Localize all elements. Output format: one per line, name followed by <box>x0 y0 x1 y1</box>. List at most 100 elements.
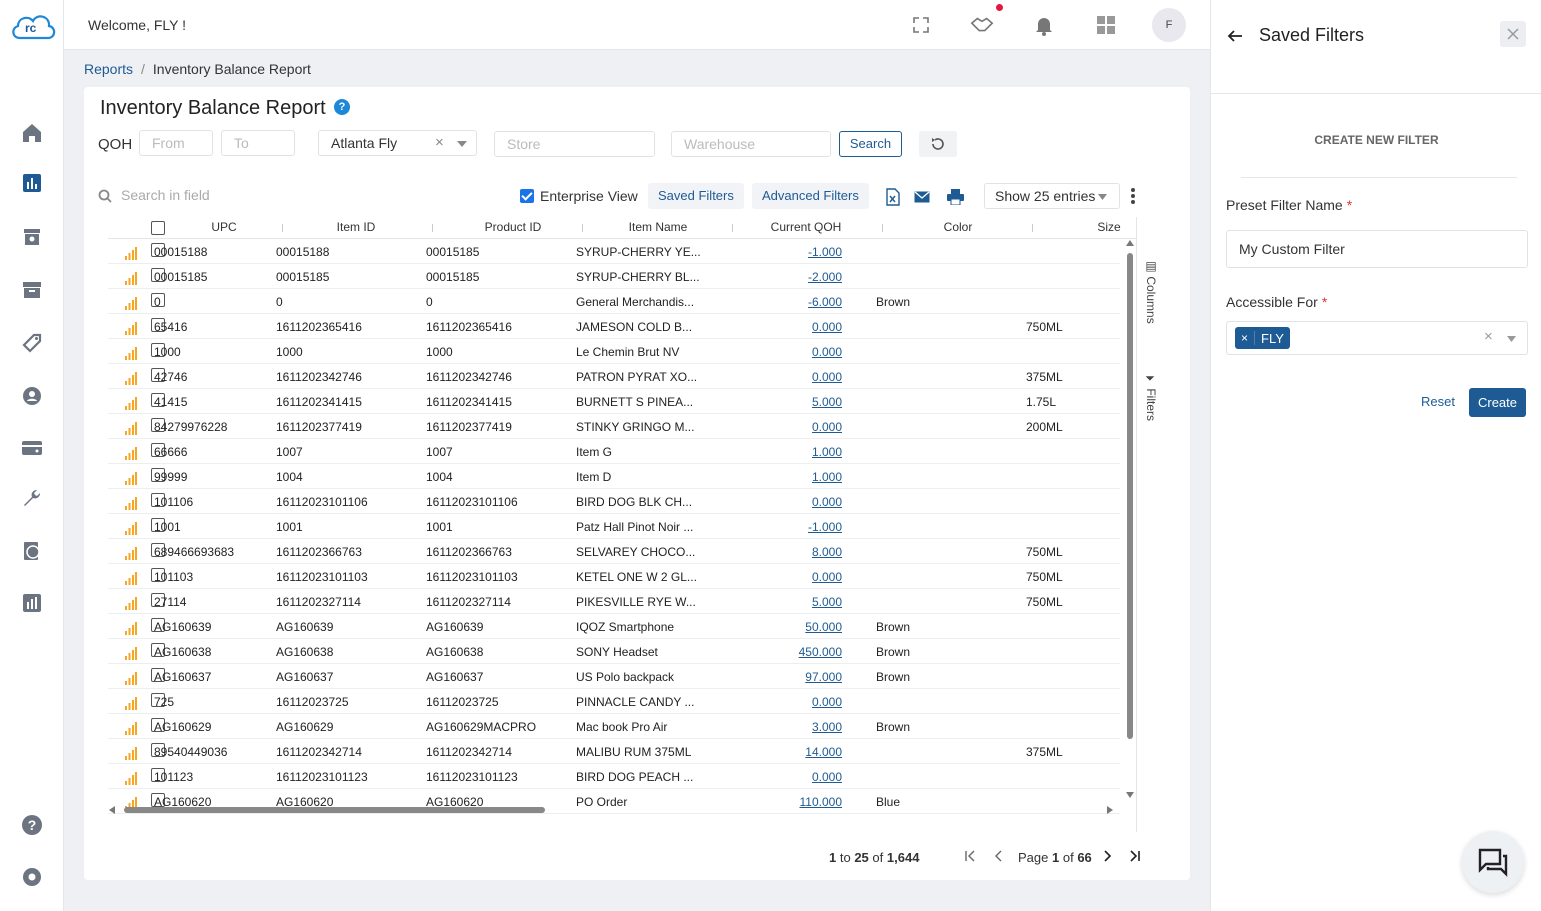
reset-button[interactable]: Reset <box>1421 394 1455 409</box>
select-all-checkbox[interactable] <box>151 221 165 235</box>
handshake-icon[interactable] <box>970 13 994 37</box>
search-button[interactable]: Search <box>839 131 902 157</box>
table-row[interactable]: AG160639 AG160639 AG160639 IQOZ Smartphone 5… <box>108 614 1120 639</box>
columns-side-tab[interactable]: ▤ Columns <box>1144 259 1158 324</box>
cell-current-qoh[interactable]: 97.000 <box>782 670 842 684</box>
first-page-icon[interactable] <box>964 850 976 865</box>
table-row[interactable]: 00015185 00015185 00015185 SYRUP-CHERRY BL.… <box>108 264 1120 289</box>
clear-location-icon[interactable]: × <box>435 131 444 155</box>
table-row[interactable]: 101123 16112023101123 16112023101123 BIRD D… <box>108 764 1120 789</box>
globe-icon[interactable] <box>14 533 50 569</box>
table-row[interactable]: AG160637 AG160637 AG160637 US Polo backpack… <box>108 664 1120 689</box>
cell-current-qoh[interactable]: 0.000 <box>782 570 842 584</box>
help-circle-icon[interactable]: ? <box>334 99 350 115</box>
search-in-field[interactable]: Search in field <box>98 187 210 203</box>
excel-export-icon[interactable] <box>885 188 901 209</box>
table-row[interactable]: AG160629 AG160629 AG160629MACPRO Mac book P… <box>108 714 1120 739</box>
store-input[interactable]: Store <box>494 131 655 157</box>
vertical-scrollbar[interactable] <box>1124 239 1136 809</box>
settings-gear-icon[interactable] <box>14 859 50 895</box>
table-row[interactable]: 89540449036 1611202342714 1611202342714 MAL… <box>108 739 1120 764</box>
column-header-item-name[interactable]: Item Name <box>608 220 708 234</box>
tag-icon[interactable] <box>14 325 50 361</box>
next-page-icon[interactable] <box>1101 850 1113 865</box>
show-entries-select[interactable]: Show 25 entries <box>984 183 1120 209</box>
cell-current-qoh[interactable]: 0.000 <box>782 770 842 784</box>
accessible-for-select[interactable]: × FLY × <box>1226 321 1528 355</box>
qoh-to-input[interactable]: To <box>221 130 295 156</box>
prev-page-icon[interactable] <box>993 850 1005 865</box>
cell-current-qoh[interactable]: 0.000 <box>782 370 842 384</box>
horizontal-scrollbar[interactable] <box>108 803 1120 817</box>
cell-current-qoh[interactable]: 50.000 <box>782 620 842 634</box>
qoh-from-input[interactable]: From <box>139 130 213 156</box>
table-row[interactable]: 0 0 0 General Merchandis... -6.000 Brown <box>108 289 1120 314</box>
cell-current-qoh[interactable]: 0.000 <box>782 495 842 509</box>
warehouse-input[interactable]: Warehouse <box>671 131 831 157</box>
table-row[interactable]: 41415 1611202341415 1611202341415 BURNETT S… <box>108 389 1120 414</box>
table-row[interactable]: 101103 16112023101103 16112023101103 KETEL … <box>108 564 1120 589</box>
preset-filter-name-input[interactable]: My Custom Filter <box>1226 230 1528 268</box>
cell-current-qoh[interactable]: 5.000 <box>782 595 842 609</box>
cell-current-qoh[interactable]: 1.000 <box>782 445 842 459</box>
advanced-filters-button[interactable]: Advanced Filters <box>752 183 869 209</box>
table-row[interactable]: 101106 16112023101106 16112023101106 BIRD D… <box>108 489 1120 514</box>
analytics-icon[interactable] <box>14 585 50 621</box>
table-row[interactable]: 84279976228 1611202377419 1611202377419 STI… <box>108 414 1120 439</box>
cell-current-qoh[interactable]: 0.000 <box>782 345 842 359</box>
clear-selection-icon[interactable]: × <box>1484 328 1493 345</box>
table-row[interactable]: 1000 1000 1000 Le Chemin Brut NV 0.000 <box>108 339 1120 364</box>
archive-icon[interactable] <box>14 272 50 308</box>
reset-refresh-button[interactable] <box>919 131 957 157</box>
saved-filters-button[interactable]: Saved Filters <box>648 183 744 209</box>
cell-current-qoh[interactable]: 1.000 <box>782 470 842 484</box>
column-header-color[interactable]: Color <box>918 220 998 234</box>
column-header-size[interactable]: Size <box>1084 220 1134 234</box>
cell-current-qoh[interactable]: 3.000 <box>782 720 842 734</box>
cell-current-qoh[interactable]: 8.000 <box>782 545 842 559</box>
print-icon[interactable] <box>947 189 964 208</box>
inventory-icon[interactable] <box>14 219 50 255</box>
rc-logo[interactable]: rc <box>8 8 58 44</box>
breadcrumb-reports-link[interactable]: Reports <box>84 61 133 77</box>
table-row[interactable]: 00015188 00015188 00015185 SYRUP-CHERRY YE.… <box>108 239 1120 264</box>
table-row[interactable]: 65416 1611202365416 1611202365416 JAMESON C… <box>108 314 1120 339</box>
enterprise-view-checkbox[interactable] <box>520 189 534 203</box>
enterprise-view-toggle[interactable]: Enterprise View <box>520 188 638 204</box>
fullscreen-icon[interactable] <box>909 13 933 37</box>
filters-side-tab[interactable]: ⏷ Filters <box>1144 373 1158 421</box>
customer-icon[interactable] <box>14 378 50 414</box>
payment-card-icon[interactable] <box>14 430 50 466</box>
cell-current-qoh[interactable]: 14.000 <box>782 745 842 759</box>
column-header-item-id[interactable]: Item ID <box>320 220 392 234</box>
column-header-product-id[interactable]: Product ID <box>468 220 558 234</box>
back-arrow-icon[interactable] <box>1227 28 1243 47</box>
table-row[interactable]: 99999 1004 1004 Item D 1.000 <box>108 464 1120 489</box>
help-icon[interactable]: ? <box>14 807 50 843</box>
cell-current-qoh[interactable]: 0.000 <box>782 320 842 334</box>
last-page-icon[interactable] <box>1129 850 1141 865</box>
table-row[interactable]: 66666 1007 1007 Item G 1.000 <box>108 439 1120 464</box>
bell-icon[interactable] <box>1032 13 1056 37</box>
table-row[interactable]: 725 16112023725 16112023725 PINNACLE CANDY … <box>108 689 1120 714</box>
chat-button[interactable] <box>1462 831 1524 893</box>
cell-current-qoh[interactable]: -1.000 <box>782 520 842 534</box>
cell-current-qoh[interactable]: 0.000 <box>782 420 842 434</box>
location-select[interactable]: Atlanta Fly × <box>318 130 477 156</box>
cell-current-qoh[interactable]: -1.000 <box>782 245 842 259</box>
remove-chip-icon[interactable]: × <box>1235 331 1256 345</box>
create-button[interactable]: Create <box>1469 388 1526 417</box>
table-row[interactable]: 689466693683 1611202366763 1611202366763 SE… <box>108 539 1120 564</box>
cell-current-qoh[interactable]: -2.000 <box>782 270 842 284</box>
column-header-current-qoh[interactable]: Current QOH <box>756 220 856 234</box>
more-options-icon[interactable] <box>1130 187 1136 208</box>
reports-icon[interactable] <box>14 165 50 201</box>
cell-current-qoh[interactable]: 0.000 <box>782 695 842 709</box>
user-avatar[interactable]: F <box>1152 8 1186 42</box>
cell-current-qoh[interactable]: 450.000 <box>782 645 842 659</box>
home-icon[interactable] <box>14 115 50 151</box>
cell-current-qoh[interactable]: -6.000 <box>782 295 842 309</box>
wrench-icon[interactable] <box>14 481 50 517</box>
column-header-upc[interactable]: UPC <box>188 220 260 234</box>
email-icon[interactable] <box>914 191 930 206</box>
